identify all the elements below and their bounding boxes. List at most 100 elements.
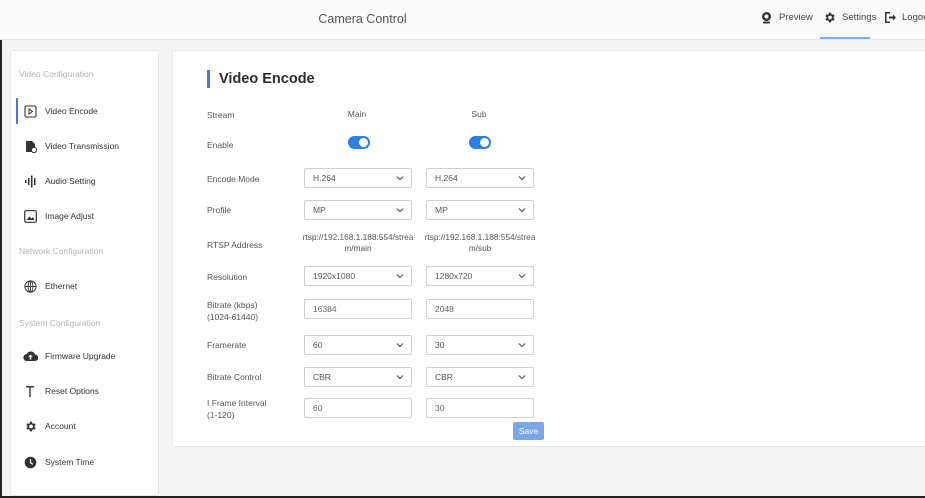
sub-rtsp-address: rtsp://192.168.1.188:554/stream/sub [424,232,536,253]
sub-encode-mode-select[interactable]: H.264 [426,168,534,188]
sub-profile-select[interactable]: MP [426,200,534,220]
sidebar-item-reset-options[interactable]: Reset Options [15,378,155,404]
main-resolution-select[interactable]: 1920x1080 [304,266,412,286]
bitrate-label: Bitrate (kbps) (1024-61440) [207,299,258,323]
chevron-down-icon [396,208,404,213]
chevron-down-icon [518,274,526,279]
sub-bitrate-control-value: CBR [435,372,453,382]
resolution-label: Resolution [207,272,248,282]
main-framerate-value: 60 [313,340,323,350]
sidebar: Video Configuration Video Encode Video T… [10,50,159,496]
sidebar-item-video-encode[interactable]: Video Encode [15,98,155,124]
main-bitrate-control-select[interactable]: CBR [304,367,412,387]
chevron-down-icon [396,176,404,181]
sub-profile-value: MP [435,205,448,215]
chevron-down-icon [518,208,526,213]
sub-enable-toggle[interactable] [469,136,491,149]
main-encode-mode-select[interactable]: H.264 [304,168,412,188]
sub-bitrate-input[interactable]: 2048 [426,299,534,319]
bitrate-label-text: Bitrate (kbps) [207,300,258,310]
reset-t-icon [15,385,45,398]
sidebar-group-network: Network Configuration [19,246,104,256]
sidebar-item-system-time[interactable]: System Time [15,449,155,475]
audio-bars-icon [15,175,45,188]
video-encode-panel: Video Encode Stream Main Sub Enable Enco… [172,50,925,447]
main-rtsp-address: rtsp://192.168.1.188:554/stream/main [302,232,414,253]
video-encode-icon [15,104,45,118]
sidebar-item-label: Reset Options [45,386,99,396]
main-resolution-value: 1920x1080 [313,271,356,281]
sidebar-item-audio-setting[interactable]: Audio Setting [15,168,155,194]
main-stream-heading: Main [347,109,367,119]
globe-icon [15,279,45,293]
sidebar-item-label: Ethernet [45,281,78,291]
main-encode-mode-value: H.264 [313,173,336,183]
nav-preview-label: Preview [779,12,813,23]
nav-preview[interactable]: Preview [760,11,813,24]
sidebar-item-label: Video Encode [45,106,98,116]
iframe-interval-range-text: (1-120) [207,410,235,420]
nav-active-indicator [820,37,870,39]
clock-icon [15,456,45,469]
main-framerate-select[interactable]: 60 [304,335,412,355]
gear-icon [15,420,45,433]
sidebar-item-label: Account [45,421,76,431]
sidebar-item-ethernet[interactable]: Ethernet [15,273,155,299]
sidebar-item-video-transmission[interactable]: Video Transmission [15,133,155,159]
gear-icon [823,11,836,24]
rtsp-label: RTSP Address [207,240,263,250]
sub-encode-mode-value: H.264 [435,173,458,183]
bitrate-control-label: Bitrate Control [207,372,262,382]
iframe-interval-label: I Frame Interval (1-120) [207,397,267,421]
sub-framerate-value: 30 [435,340,445,350]
chevron-down-icon [518,176,526,181]
page-title: Video Encode [207,70,315,88]
sub-stream-heading: Sub [471,109,487,119]
sidebar-item-label: Audio Setting [45,176,96,186]
main-profile-value: MP [313,205,326,215]
enable-label: Enable [207,140,234,150]
sidebar-item-label: System Time [45,457,95,467]
iframe-interval-label-text: I Frame Interval [207,398,267,408]
stream-label: Stream [207,110,235,120]
main-enable-toggle[interactable] [348,136,370,149]
logout-icon [884,11,896,24]
sub-resolution-value: 1280x720 [435,271,473,281]
chevron-down-icon [396,274,404,279]
sidebar-item-account[interactable]: Account [15,413,155,439]
profile-label: Profile [207,205,232,215]
sidebar-group-system: System Configuration [19,318,101,328]
sidebar-group-video: Video Configuration [19,69,94,79]
encode-mode-label: Encode Mode [207,174,260,184]
chevron-down-icon [518,343,526,348]
app-title: Camera Control [318,12,407,26]
main-profile-select[interactable]: MP [304,200,412,220]
sub-iframe-interval-input[interactable]: 30 [426,398,534,418]
chevron-down-icon [518,375,526,380]
cloud-upload-icon [15,350,45,362]
main-bitrate-control-value: CBR [313,372,331,382]
video-transmission-icon [15,140,45,153]
image-icon [15,209,45,223]
sub-resolution-select[interactable]: 1280x720 [426,266,534,286]
sidebar-item-label: Video Transmission [45,141,120,151]
save-button[interactable]: Save [513,422,544,440]
sub-bitrate-control-select[interactable]: CBR [426,367,534,387]
nav-settings[interactable]: Settings [823,11,876,24]
main-iframe-interval-input[interactable]: 60 [304,398,412,418]
sidebar-item-image-adjust[interactable]: Image Adjust [15,203,155,229]
main-bitrate-input[interactable]: 16384 [304,299,412,319]
chevron-down-icon [396,375,404,380]
sidebar-item-label: Image Adjust [45,211,95,221]
sidebar-item-label: Firmware Upgrade [45,351,116,361]
chevron-down-icon [396,343,404,348]
nav-logout[interactable]: Logou [884,11,925,24]
camera-icon [760,11,773,24]
sidebar-item-firmware-upgrade[interactable]: Firmware Upgrade [15,343,155,369]
sub-framerate-select[interactable]: 30 [426,335,534,355]
bitrate-range-text: (1024-61440) [207,312,259,322]
top-bar: Camera Control Preview Settings Logou [0,0,925,40]
framerate-label: Framerate [207,340,247,350]
nav-logout-label: Logou [902,12,925,23]
nav-settings-label: Settings [842,12,877,23]
